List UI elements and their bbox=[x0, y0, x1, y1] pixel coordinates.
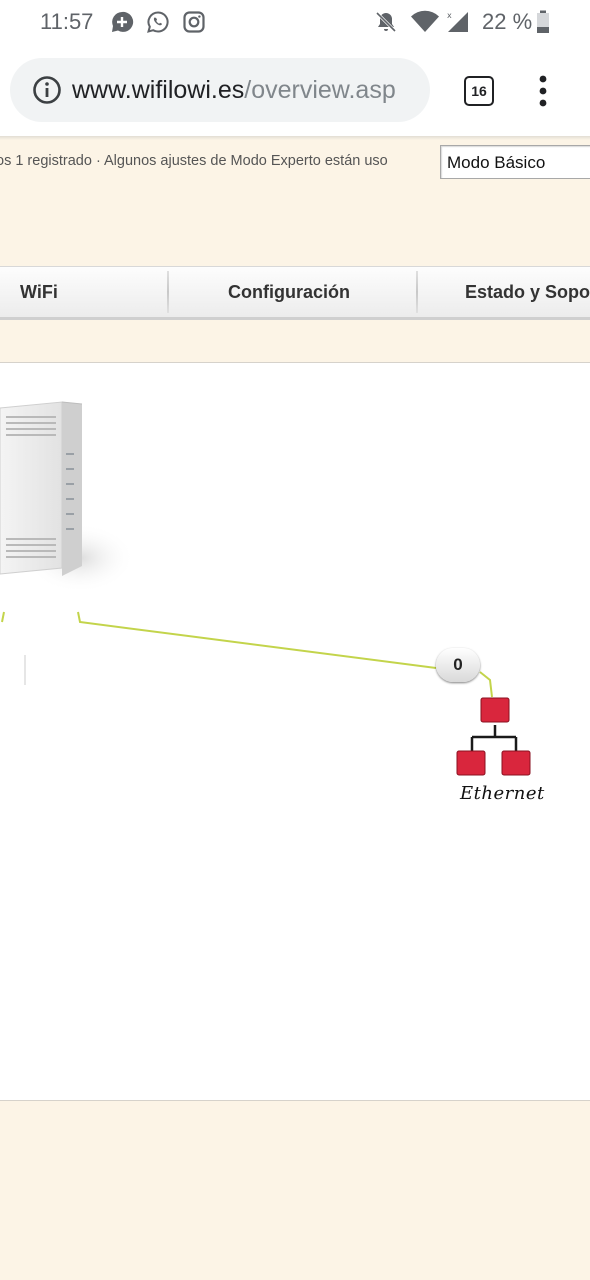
battery-percent: 22 % bbox=[482, 9, 533, 34]
mode-select[interactable]: Modo Básico bbox=[440, 145, 590, 179]
wifi-icon bbox=[411, 10, 439, 33]
url-path: /overview.asp bbox=[244, 76, 396, 104]
instagram-icon bbox=[183, 11, 205, 33]
tab-estado-soporte[interactable]: Estado y Soporte bbox=[465, 267, 590, 318]
ethernet-label: Ethernet bbox=[460, 783, 545, 804]
browser-toolbar: www.wifilowi.es/overview.asp 16 bbox=[0, 46, 590, 136]
main-nav-tabs: WiFi Configuración Estado y Soporte bbox=[0, 266, 590, 320]
signal-icon: x bbox=[447, 11, 468, 32]
device-count-badge[interactable]: 0 bbox=[436, 648, 480, 682]
address-bar[interactable]: www.wifilowi.es/overview.asp bbox=[10, 58, 430, 122]
page-footer-area bbox=[0, 1101, 590, 1280]
connection-line bbox=[1, 611, 5, 623]
url-host: www.wifilowi.es bbox=[72, 76, 245, 104]
tab-switcher-button[interactable]: 16 bbox=[464, 76, 494, 106]
status-bar: 11:57 x 22 % bbox=[0, 0, 590, 46]
ethernet-network-icon[interactable] bbox=[454, 697, 534, 779]
whatsapp-icon bbox=[147, 11, 169, 33]
registration-info-text: os 1 registrado · Algunos ajustes de Mod… bbox=[0, 153, 388, 169]
svg-text:x: x bbox=[447, 11, 452, 20]
tab-separator bbox=[416, 271, 418, 313]
connection-line bbox=[77, 611, 437, 669]
url-text[interactable]: www.wifilowi.es/overview.asp bbox=[72, 76, 422, 105]
toolbar-shadow bbox=[0, 136, 590, 140]
status-time: 11:57 bbox=[40, 9, 94, 34]
tab-separator bbox=[167, 271, 169, 313]
tab-configuracion[interactable]: Configuración bbox=[228, 267, 350, 318]
info-icon[interactable] bbox=[32, 75, 62, 105]
chat-plus-icon bbox=[112, 11, 134, 32]
battery-icon bbox=[537, 10, 549, 33]
bell-off-icon bbox=[375, 11, 397, 33]
sub-navigation-band bbox=[0, 320, 590, 363]
tab-wifi[interactable]: WiFi bbox=[20, 267, 58, 318]
more-options-icon[interactable] bbox=[536, 74, 550, 108]
connection-line bbox=[479, 671, 493, 698]
